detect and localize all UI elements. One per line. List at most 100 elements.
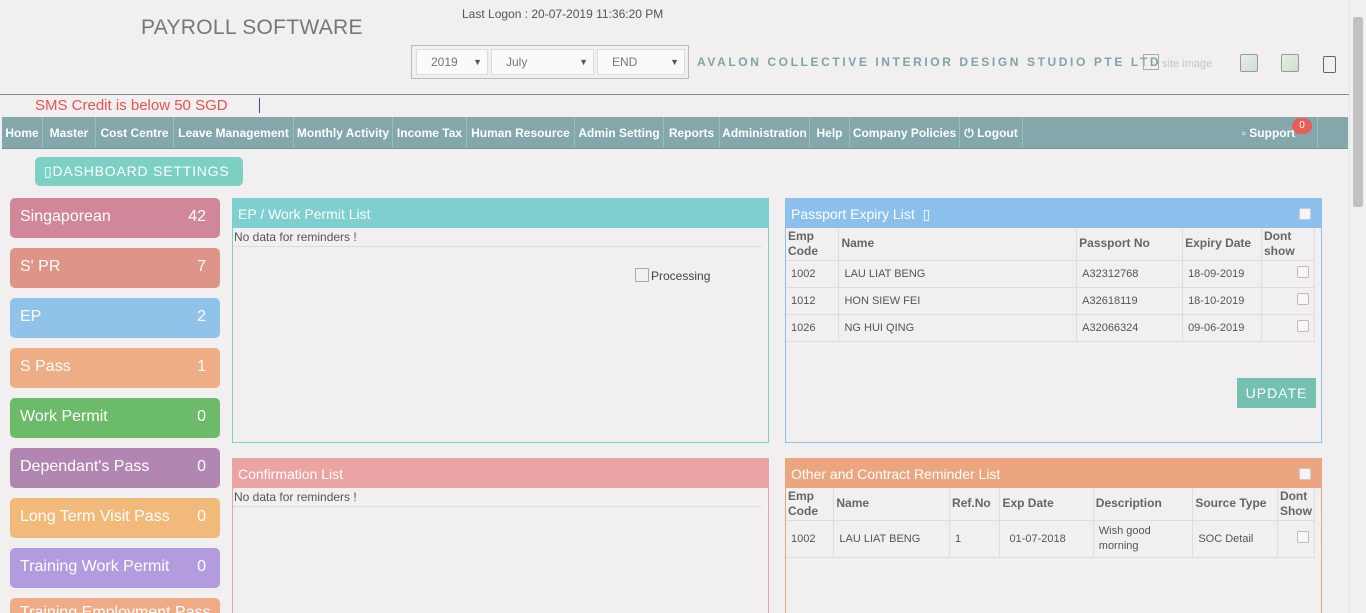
dont-show-checkbox[interactable] xyxy=(1297,531,1309,543)
contract-panel-title: Other and Contract Reminder List xyxy=(791,466,1001,482)
dashboard-settings-label: DASHBOARD SETTINGS xyxy=(52,163,230,179)
ref-no-cell: 1 xyxy=(949,519,1001,557)
dont-show-checkbox[interactable] xyxy=(1297,320,1309,332)
column-header: Emp Code xyxy=(786,488,835,520)
nav-income-tax[interactable]: Income Tax xyxy=(393,117,467,148)
nav-help[interactable]: Help xyxy=(810,117,850,148)
tile-training-work-permit[interactable]: Training Work Permit 0 xyxy=(10,548,220,588)
image-icon[interactable] xyxy=(1240,54,1258,72)
tile-long-term-visit-pass[interactable]: Long Term Visit Pass 0 xyxy=(10,498,220,538)
marquee-cursor xyxy=(259,98,260,113)
column-header: Source Type xyxy=(1192,488,1278,520)
column-header: Emp Code xyxy=(786,228,840,260)
processing-image: Processing xyxy=(635,268,710,283)
header-divider xyxy=(0,94,1350,95)
nav-company-policies[interactable]: Company Policies xyxy=(850,117,960,148)
table-row: 1002 LAU LIAT BENG A32312768 18-09-2019 xyxy=(786,259,1315,287)
tile-singaporean[interactable]: Singaporean 42 xyxy=(10,198,220,238)
tile-label: Dependant's Pass xyxy=(20,458,150,475)
dashboard-settings-button[interactable]: ▯DASHBOARD SETTINGS xyxy=(35,157,243,186)
exp-date-cell: 01-07-2018 xyxy=(999,519,1094,557)
tile-ep[interactable]: EP 2 xyxy=(10,298,220,338)
dont-show-checkbox[interactable] xyxy=(1297,293,1309,305)
power-icon: ⏻ xyxy=(964,126,974,140)
tile-s-pass[interactable]: S Pass 1 xyxy=(10,348,220,388)
tile-count: 1 xyxy=(197,358,206,375)
period-select[interactable]: END ▼ xyxy=(597,49,685,75)
tile-count: 0 xyxy=(197,408,206,425)
nav-admin-setting[interactable]: Admin Setting xyxy=(575,117,664,148)
column-header: Ref.No xyxy=(949,488,1001,520)
chevron-down-icon: ▼ xyxy=(579,57,588,67)
select-all-checkbox[interactable] xyxy=(1299,208,1311,220)
chat-icon: ▫ xyxy=(1241,126,1246,140)
tile-count: 0 xyxy=(197,558,206,575)
tile-count: 0 xyxy=(197,458,206,475)
tile-spr[interactable]: S' PR 7 xyxy=(10,248,220,288)
emp-code-cell: 1002 xyxy=(786,519,835,557)
tile-count: 2 xyxy=(197,308,206,325)
nav-administration[interactable]: Administration xyxy=(720,117,810,148)
chevron-down-icon: ▼ xyxy=(670,57,679,67)
chevron-down-icon: ▼ xyxy=(473,57,482,67)
emp-code-cell: 1012 xyxy=(786,286,840,314)
passport-panel-title: Passport Expiry List xyxy=(791,206,915,222)
tile-count: 42 xyxy=(188,208,206,225)
nav-logout[interactable]: ⏻ Logout xyxy=(960,117,1023,148)
ep-panel-title: EP / Work Permit List xyxy=(233,199,768,228)
last-logon-text: Last Logon : 20-07-2019 11:36:20 PM xyxy=(462,7,664,21)
source-type-cell: SOC Detail xyxy=(1192,519,1278,557)
confirmation-no-data-text: No data for reminders ! xyxy=(233,489,762,507)
column-header: Description xyxy=(1093,488,1194,520)
year-select[interactable]: 2019 ▼ xyxy=(416,49,488,75)
emp-code-cell: 1026 xyxy=(786,313,840,341)
month-select[interactable]: July ▼ xyxy=(491,49,594,75)
scrollbar-thumb[interactable] xyxy=(1353,17,1363,207)
name-cell: HON SIEW FEI xyxy=(838,286,1078,314)
select-all-checkbox[interactable] xyxy=(1299,468,1311,480)
confirmation-panel: Confirmation List No data for reminders … xyxy=(232,458,769,613)
update-button[interactable]: UPDATE xyxy=(1237,378,1316,408)
dont-show-checkbox[interactable] xyxy=(1297,266,1309,278)
nav-logout-label: Logout xyxy=(977,126,1018,140)
table-row: 1026 NG HUI QING A32066324 09-06-2019 xyxy=(786,313,1315,341)
nav-master[interactable]: Master xyxy=(43,117,96,148)
name-cell: LAU LIAT BENG xyxy=(833,519,951,557)
tile-count: 0 xyxy=(197,508,206,525)
passport-panel-header: Passport Expiry List ▯ xyxy=(786,199,1321,228)
nav-reports[interactable]: Reports xyxy=(664,117,720,148)
site-image: site image xyxy=(1143,54,1212,70)
tile-label: Training Employment Pass xyxy=(20,604,211,613)
column-header: Dont show xyxy=(1261,228,1315,260)
table-row: 1012 HON SIEW FEI A32618119 18-10-2019 xyxy=(786,286,1315,314)
tile-label: Singaporean xyxy=(20,208,111,225)
contract-table: Emp Code Name Ref.No Exp Date Descriptio… xyxy=(786,488,1316,558)
ep-no-data-text: No data for reminders ! xyxy=(233,229,762,247)
tile-dependants-pass[interactable]: Dependant's Pass 0 xyxy=(10,448,220,488)
support-badge: 0 xyxy=(1292,118,1312,134)
tile-training-employment-pass[interactable]: Training Employment Pass xyxy=(10,598,220,613)
tile-label: EP xyxy=(20,308,42,325)
nav-human-resource[interactable]: Human Resource xyxy=(467,117,575,148)
passport-cell: A32618119 xyxy=(1076,286,1184,314)
column-header: Dont Show xyxy=(1277,488,1316,520)
nav-home[interactable]: Home xyxy=(2,117,43,148)
tile-label: Work Permit xyxy=(20,408,108,425)
column-header: Name xyxy=(833,488,951,520)
name-cell: LAU LIAT BENG xyxy=(838,259,1078,287)
mobile-icon[interactable] xyxy=(1323,56,1336,73)
nav-leave-management[interactable]: Leave Management xyxy=(174,117,294,148)
description-cell: Wish good morning xyxy=(1093,519,1194,557)
app-title: PAYROLL SOFTWARE xyxy=(141,16,363,39)
tile-label: Long Term Visit Pass xyxy=(20,508,170,525)
image-icon[interactable] xyxy=(1281,54,1299,72)
tile-work-permit[interactable]: Work Permit 0 xyxy=(10,398,220,438)
tile-label: Training Work Permit xyxy=(20,558,170,575)
tile-count: 7 xyxy=(197,258,206,275)
nav-cost-centre[interactable]: Cost Centre xyxy=(96,117,174,148)
info-icon: ▯ xyxy=(922,206,931,222)
page-scrollbar[interactable] xyxy=(1349,0,1366,613)
passport-cell: A32312768 xyxy=(1076,259,1184,287)
main-navbar: Home Master Cost Centre Leave Management… xyxy=(2,117,1348,149)
nav-monthly-activity[interactable]: Monthly Activity xyxy=(294,117,393,148)
